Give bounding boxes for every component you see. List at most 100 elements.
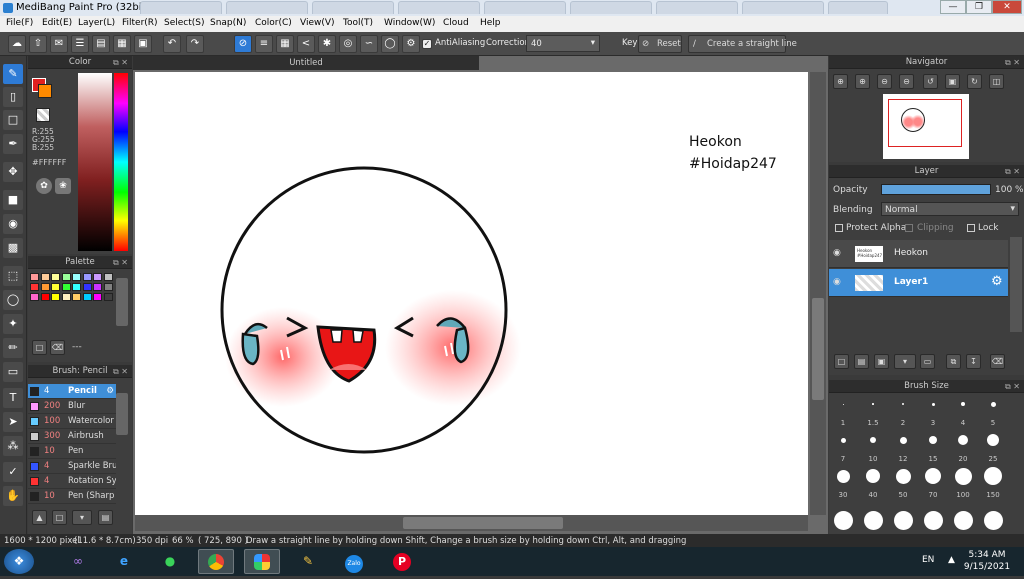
zoom-in-icon[interactable]: ⊕	[833, 74, 848, 89]
circle-snap-icon[interactable]: ◎	[339, 35, 357, 53]
menu-cloud[interactable]: Cloud	[443, 18, 469, 28]
brush-size-option[interactable]	[954, 467, 972, 485]
rotate-left-icon[interactable]: ↺	[923, 74, 938, 89]
background-browser-tab[interactable]	[656, 1, 738, 14]
brush-size-option[interactable]	[899, 436, 907, 444]
palette-swatch[interactable]	[40, 283, 50, 291]
select-pen-icon[interactable]: ✏	[3, 338, 23, 358]
close-window-button[interactable]: ✕	[992, 0, 1022, 14]
antialias-checkbox[interactable]: ✓	[422, 39, 432, 49]
menu-file[interactable]: File(F)	[6, 18, 33, 28]
menu-select[interactable]: Select(S)	[164, 18, 205, 28]
brush-settings-gear-icon[interactable]: ⚙	[106, 384, 114, 399]
dropper-tool-icon[interactable]: ⁂	[3, 436, 23, 456]
grid-snap-icon[interactable]: ▦	[276, 35, 294, 53]
pinterest-icon[interactable]: P	[384, 549, 420, 574]
radial-snap-icon[interactable]: ✱	[318, 35, 336, 53]
transparent-swatch[interactable]	[36, 108, 50, 122]
palette-swatch[interactable]	[30, 273, 39, 281]
medibang-icon[interactable]	[244, 549, 280, 574]
brush-size-option[interactable]	[961, 402, 965, 406]
palette-swatch[interactable]	[93, 293, 102, 301]
brush-size-option[interactable]	[984, 467, 1002, 485]
document-tab[interactable]: Untitled	[133, 56, 479, 70]
settings-doc-icon[interactable]: ▣	[134, 35, 152, 53]
brush-settings-icon[interactable]: ▤	[98, 510, 113, 525]
gradient-tool-icon[interactable]: ▩	[3, 238, 23, 258]
brush-size-option[interactable]	[958, 435, 968, 445]
restore-button[interactable]: ❐	[966, 0, 992, 14]
palette-swatch[interactable]	[51, 273, 60, 281]
brush-list-scrollbar[interactable]	[116, 393, 128, 435]
brush-size-option[interactable]	[893, 510, 913, 530]
merge-down-icon[interactable]: ↧	[966, 354, 981, 369]
eye-icon[interactable]: ◉	[833, 277, 841, 287]
hand-tool-icon[interactable]: ✋	[3, 486, 23, 506]
fill-tool-icon[interactable]: ◉	[3, 214, 23, 234]
menu-snap[interactable]: Snap(N)	[210, 18, 246, 28]
lasso-icon[interactable]: ◯	[3, 290, 23, 310]
select-eraser-icon[interactable]: ▭	[3, 362, 23, 382]
brush-size-option[interactable]	[925, 468, 941, 484]
brush-size-option[interactable]	[902, 403, 904, 405]
grid-doc-icon[interactable]: ▦	[113, 35, 131, 53]
magic-wand-icon[interactable]: ✦	[3, 314, 23, 334]
layer-row-heokon[interactable]: ◉ Heokon #Hoidap247 Heokon	[829, 240, 1008, 268]
lock-checkbox[interactable]	[967, 224, 975, 232]
panel-options-icon[interactable]: ⧉ ✕	[113, 365, 128, 378]
operation-tool-icon[interactable]: ➤	[3, 412, 23, 432]
blending-select[interactable]: Normal ▾	[881, 202, 1019, 216]
new-layer-icon[interactable]: □	[834, 354, 849, 369]
delete-layer-icon[interactable]: ⌫	[990, 354, 1005, 369]
share-icon[interactable]: ⇧	[29, 35, 47, 53]
palette-swatch[interactable]	[72, 293, 81, 301]
document-icon[interactable]: ▤	[92, 35, 110, 53]
background-browser-tab[interactable]	[398, 1, 480, 14]
create-straight-line-button[interactable]: ∕ Create a straight line	[688, 35, 797, 53]
brush-size-option[interactable]	[953, 510, 973, 530]
palette-swatch[interactable]	[103, 293, 113, 301]
navigator-thumbnail[interactable]	[883, 94, 969, 159]
zalo-icon[interactable]: Zalo	[336, 549, 372, 574]
palette-swatch[interactable]	[103, 283, 113, 291]
palette-swatch[interactable]	[82, 293, 92, 301]
palette-swatch[interactable]	[61, 293, 71, 301]
language-indicator[interactable]: EN	[922, 555, 934, 565]
brush-size-option[interactable]	[836, 469, 850, 483]
brush-size-option[interactable]	[987, 434, 999, 446]
eyedropper-icon[interactable]: ✓	[3, 462, 23, 482]
background-browser-tab[interactable]	[742, 1, 824, 14]
brush-size-option[interactable]	[931, 402, 935, 406]
panel-options-icon[interactable]: ⧉ ✕	[1005, 165, 1020, 178]
palette-swatch[interactable]	[82, 273, 92, 281]
eye-icon[interactable]: ◉	[833, 248, 841, 258]
panel-options-icon[interactable]: ⧉ ✕	[113, 56, 128, 69]
menu-help[interactable]: Help	[480, 18, 501, 28]
brush-tool-icon[interactable]: ✎	[3, 64, 23, 84]
brush-row[interactable]: 4 Rotation Sy	[28, 474, 116, 489]
brush-size-option[interactable]	[929, 436, 937, 444]
chat-icon[interactable]: ☰	[71, 35, 89, 53]
chrome-icon[interactable]	[198, 549, 234, 574]
curve-snap-icon[interactable]: ∽	[360, 35, 378, 53]
text-tool-icon[interactable]: T	[3, 388, 23, 408]
palette-swatch[interactable]	[40, 273, 50, 281]
opacity-slider[interactable]	[881, 184, 991, 195]
background-color-swatch[interactable]	[38, 84, 52, 98]
palette-swatch[interactable]	[93, 273, 102, 281]
clock[interactable]: 5:34 AM 9/15/2021	[962, 549, 1012, 573]
panel-options-icon[interactable]: ⧉ ✕	[1005, 56, 1020, 69]
menu-layer[interactable]: Layer(L)	[78, 18, 115, 28]
rotate-right-icon[interactable]: ↻	[967, 74, 982, 89]
canvas[interactable]: Heokon #Hoidap247	[135, 72, 808, 515]
palette-swatch[interactable]	[30, 293, 39, 301]
brush-size-option[interactable]	[866, 469, 880, 483]
background-browser-tab[interactable]	[226, 1, 308, 14]
brush-size-option[interactable]	[863, 510, 883, 530]
brush-row[interactable]: 300 Airbrush	[28, 429, 116, 444]
palette-swatch[interactable]	[51, 293, 60, 301]
palette-swatch[interactable]	[82, 283, 92, 291]
zoom-out-icon[interactable]: ⊖	[899, 74, 914, 89]
menu-edit[interactable]: Edit(E)	[42, 18, 72, 28]
parallel-snap-icon[interactable]: ≡	[255, 35, 273, 53]
